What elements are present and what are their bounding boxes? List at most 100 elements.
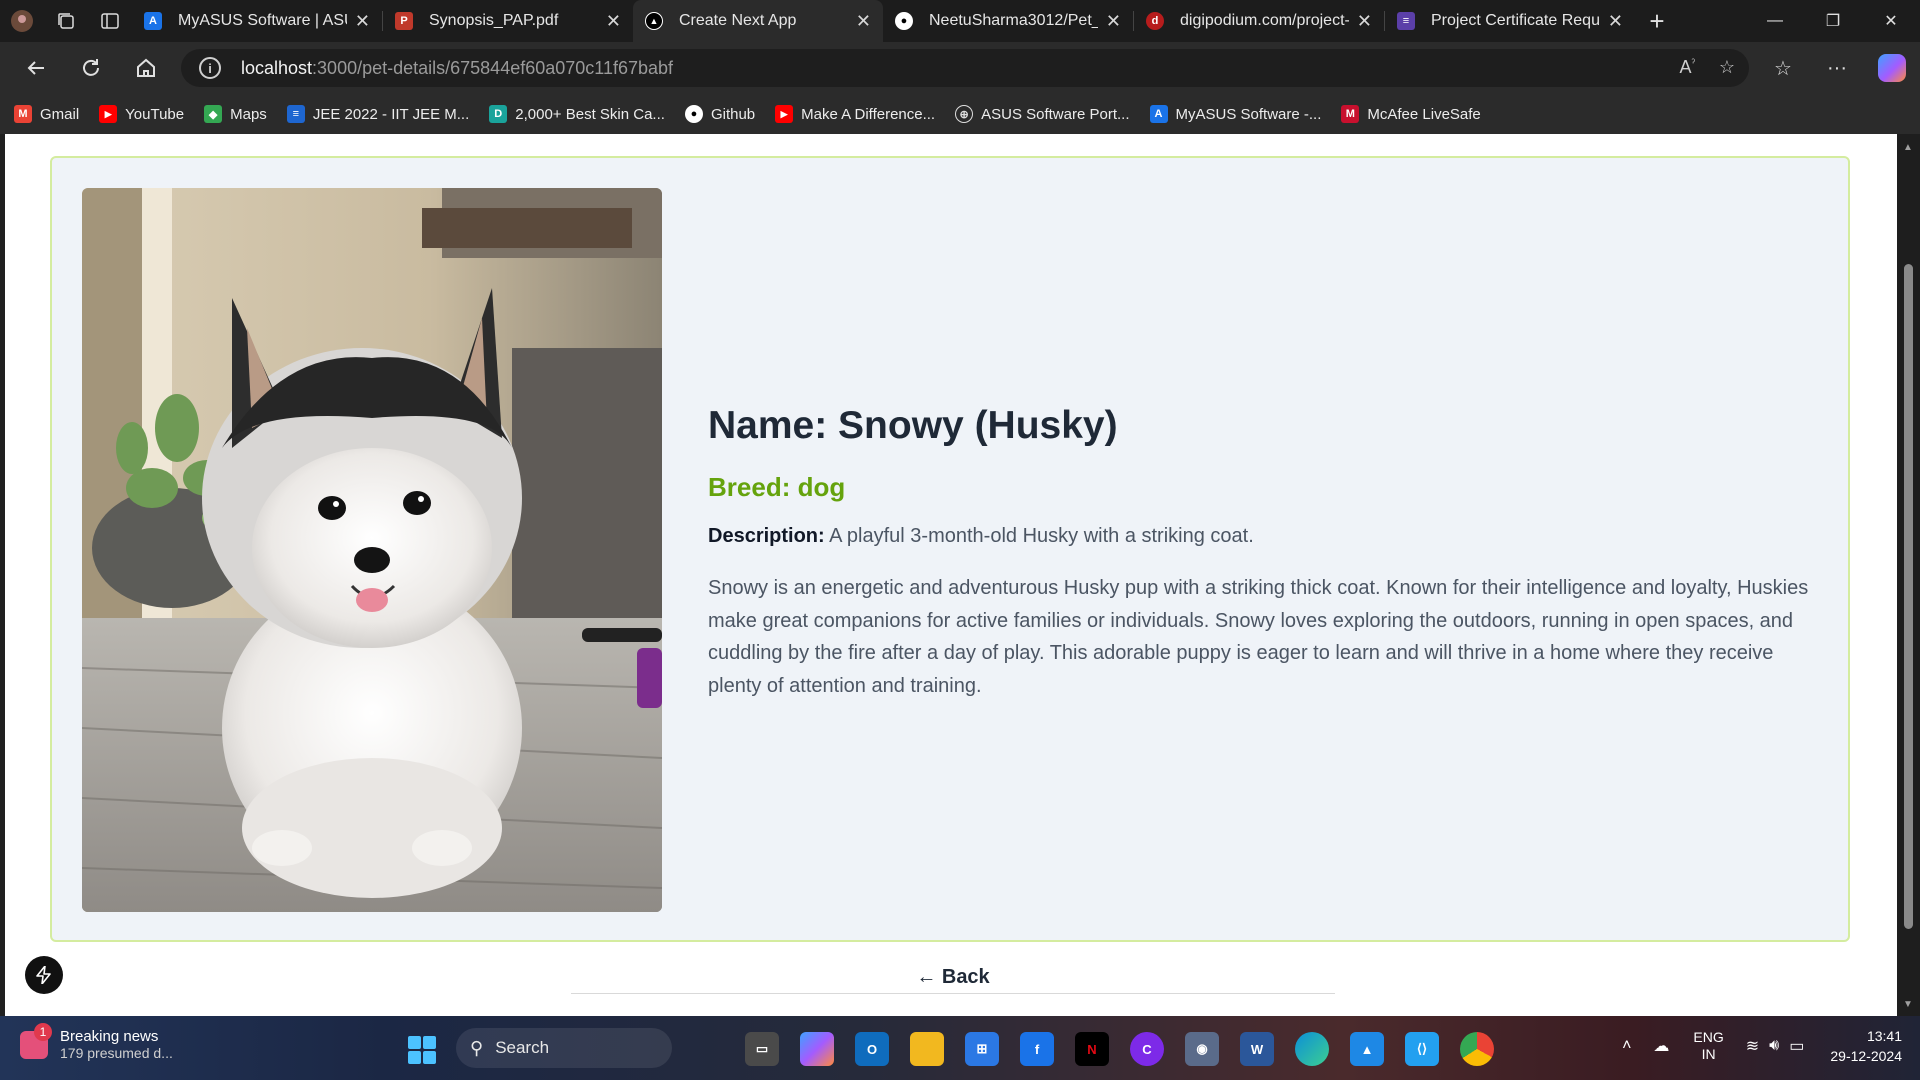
tab-title: MyASUS Software | ASUS (178, 12, 347, 29)
bookmark-youtube[interactable]: ▶ YouTube (99, 105, 184, 123)
new-tab-icon[interactable]: + (1635, 0, 1679, 42)
onedrive-cloud-icon[interactable]: ☁ (1653, 1036, 1669, 1056)
maps-icon: ◆ (204, 105, 223, 123)
globe-icon: ⊕ (955, 105, 974, 123)
github-icon: ● (895, 12, 913, 30)
language-code: ENG (1693, 1029, 1724, 1045)
site-info-icon[interactable]: i (199, 57, 221, 79)
close-tab-icon[interactable]: ✕ (1357, 11, 1372, 32)
home-icon[interactable] (118, 42, 173, 94)
tab-synopsis-pdf[interactable]: P Synopsis_PAP.pdf ✕ (383, 0, 633, 42)
scrollbar-thumb[interactable] (1904, 264, 1913, 929)
toolbar-right: ☆ ··· (1756, 42, 1920, 94)
address-bar[interactable]: i localhost:3000/pet-details/675844ef60a… (181, 49, 1749, 87)
pet-long-description: Snowy is an energetic and adventurous Hu… (708, 577, 1809, 697)
page-scrollbar[interactable]: ▲ ▼ (1897, 134, 1920, 1016)
show-hidden-icons-icon[interactable]: ˄ (1622, 1037, 1631, 1055)
news-title: Breaking news (60, 1028, 159, 1045)
flipkart-icon[interactable]: f (1020, 1032, 1054, 1066)
youtube-icon: ▶ (99, 105, 118, 123)
scroll-up-arrow-icon[interactable]: ▲ (1903, 142, 1913, 153)
profile-avatar-icon[interactable] (0, 0, 44, 42)
news-icon: 1 (20, 1022, 52, 1059)
language-indicator[interactable]: ENG IN (1693, 1029, 1723, 1063)
clock-time: 13:41 (1866, 1028, 1902, 1044)
tab-github-repo[interactable]: ● NeetuSharma3012/Pet_Ad ✕ (883, 0, 1133, 42)
back-button[interactable]: ← Back (916, 966, 989, 993)
bookmark-jee[interactable]: ≡ JEE 2022 - IIT JEE M... (286, 105, 470, 123)
back-link-container: ← Back (571, 966, 1335, 994)
url-text[interactable]: localhost:3000/pet-details/675844ef60a07… (241, 58, 673, 79)
bookmark-asus-portal[interactable]: ⊕ ASUS Software Port... (955, 105, 1130, 123)
asus-icon: A (144, 12, 162, 30)
bookmark-label: Github (710, 105, 756, 123)
pet-breed: Breed: dog (708, 472, 846, 502)
tab-digipodium[interactable]: d digipodium.com/project-c ✕ (1134, 0, 1384, 42)
copilot-icon[interactable] (1878, 54, 1906, 82)
bookmark-label: JEE 2022 - IIT JEE M... (312, 105, 470, 123)
task-view-icon[interactable]: ▭ (745, 1032, 779, 1066)
tab-create-next-app[interactable]: ▲ Create Next App ✕ (633, 0, 883, 42)
bookmark-myasus[interactable]: A MyASUS Software -... (1149, 105, 1321, 123)
file-explorer-icon[interactable] (910, 1032, 944, 1066)
bookmark-gmail[interactable]: M Gmail (14, 105, 79, 123)
read-aloud-icon[interactable]: Aˀ (1679, 57, 1695, 78)
close-tab-icon[interactable]: ✕ (606, 11, 621, 32)
netflix-icon[interactable]: N (1075, 1032, 1109, 1066)
taskbar-search[interactable]: ⚲ Search (456, 1028, 672, 1068)
news-widget[interactable]: 1 Breaking news 179 presumed d... (20, 1022, 173, 1061)
copilot-app-icon[interactable] (800, 1032, 834, 1066)
close-window-icon[interactable]: ✕ (1862, 0, 1920, 42)
refresh-icon[interactable] (63, 42, 118, 94)
windows-start-icon[interactable] (408, 1036, 436, 1064)
tab-title: NeetuSharma3012/Pet_Ad (929, 12, 1098, 29)
bookmark-github[interactable]: ● Github (684, 105, 756, 123)
microsoft-store-icon[interactable]: ⊞ (965, 1032, 999, 1066)
minimize-icon[interactable]: — (1746, 0, 1804, 42)
favorites-icon[interactable]: ☆ (1756, 56, 1810, 81)
camera-icon[interactable]: ◉ (1185, 1032, 1219, 1066)
battery-icon[interactable]: ▭ (1789, 1036, 1804, 1056)
bookmark-label: Maps (230, 105, 267, 123)
region-code: IN (1701, 1046, 1716, 1062)
chrome-icon[interactable] (1460, 1032, 1494, 1066)
pet-short-description: Description: A playful 3-month-old Husky… (708, 525, 1818, 548)
search-placeholder: Search (495, 1038, 550, 1057)
bookmark-make-a-difference[interactable]: ▶ Make A Difference... (775, 105, 935, 123)
photos-icon[interactable]: ▲ (1350, 1032, 1384, 1066)
description-label: Description: (708, 525, 825, 547)
favorite-star-icon[interactable]: ☆ (1719, 57, 1735, 78)
tab-project-certificate[interactable]: ≡ Project Certificate Reques ✕ (1385, 0, 1635, 42)
bookmark-skin-care[interactable]: D 2,000+ Best Skin Ca... (489, 105, 665, 123)
forms-icon: ≡ (1397, 12, 1415, 30)
canva-icon[interactable]: C (1130, 1032, 1164, 1066)
bookmark-mcafee[interactable]: M McAfee LiveSafe (1341, 105, 1481, 123)
navigation-bar: i localhost:3000/pet-details/675844ef60a… (0, 42, 1920, 94)
tab-title: Synopsis_PAP.pdf (429, 12, 559, 29)
mcafee-icon: M (1341, 105, 1360, 123)
volume-icon[interactable]: 🔊︎ (1769, 1037, 1779, 1055)
outlook-icon[interactable]: O (855, 1032, 889, 1066)
bookmark-maps[interactable]: ◆ Maps (204, 105, 267, 123)
close-tab-icon[interactable]: ✕ (856, 11, 871, 32)
tab-myasus[interactable]: A MyASUS Software | ASUS ✕ (132, 0, 382, 42)
clock[interactable]: 13:41 29-12-2024 (1830, 1026, 1902, 1066)
collections-icon[interactable] (44, 0, 88, 42)
close-tab-icon[interactable]: ✕ (355, 11, 370, 32)
back-arrow-icon[interactable] (8, 42, 63, 94)
pdf-icon: P (395, 12, 413, 30)
close-tab-icon[interactable]: ✕ (1106, 11, 1121, 32)
vscode-icon[interactable]: ⟨⟩ (1405, 1032, 1439, 1066)
tab-actions-icon[interactable] (88, 0, 132, 42)
more-options-icon[interactable]: ··· (1810, 57, 1864, 80)
scroll-down-arrow-icon[interactable]: ▼ (1903, 999, 1913, 1010)
page-viewport: Name: Snowy (Husky) Breed: dog Descripti… (5, 134, 1897, 1016)
restore-icon[interactable]: ❐ (1804, 0, 1862, 42)
word-icon[interactable]: W (1240, 1032, 1274, 1066)
nextjs-dev-tools-button[interactable] (25, 956, 63, 994)
wifi-icon[interactable]: ≋ (1746, 1036, 1759, 1056)
gmail-icon: M (14, 105, 32, 123)
close-tab-icon[interactable]: ✕ (1608, 11, 1623, 32)
edge-icon[interactable] (1295, 1032, 1329, 1066)
system-tray: ˄ ☁ ENG IN ≋ 🔊︎ ▭ 13:41 29-12-2024 (1600, 1026, 1902, 1066)
